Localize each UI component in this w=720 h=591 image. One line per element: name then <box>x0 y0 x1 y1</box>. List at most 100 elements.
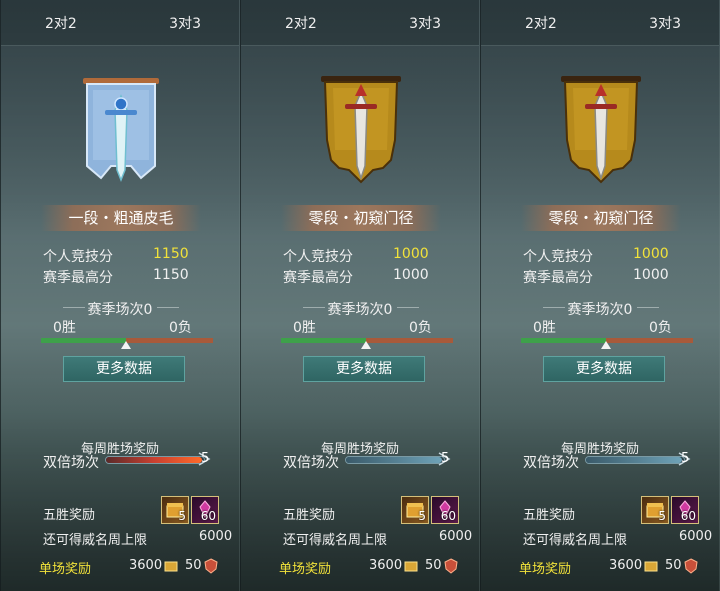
reward-item-gem[interactable]: 60 <box>431 496 459 524</box>
double-games-label: 双倍场次 <box>283 455 339 471</box>
shield-icon <box>684 558 698 574</box>
more-data-button[interactable]: 更多数据 <box>543 356 665 382</box>
loss-bar-segment <box>126 338 213 343</box>
more-data-button[interactable]: 更多数据 <box>63 356 185 382</box>
wins-count: 0胜 <box>293 320 316 336</box>
win-bar-segment <box>281 338 366 343</box>
win-bar-segment <box>41 338 126 343</box>
double-games-label: 双倍场次 <box>523 455 579 471</box>
win-loss-marker-icon <box>601 341 611 349</box>
double-games-count: 5 <box>201 451 210 466</box>
reward-item-count: 60 <box>440 509 456 523</box>
season-high-row: 赛季最高分 1000 <box>523 267 683 287</box>
silver-blue-sword-banner-icon <box>83 78 159 183</box>
double-games-fill <box>586 457 682 463</box>
mode-tabs: 2对2 3对3 <box>481 0 719 46</box>
personal-score-label: 个人竞技分 <box>43 249 113 265</box>
tab-3v3[interactable]: 3对3 <box>169 13 201 33</box>
reward-item-chest[interactable]: 5 <box>161 496 189 524</box>
wins-count: 0胜 <box>533 320 556 336</box>
reward-item-chest[interactable]: 5 <box>401 496 429 524</box>
reward-item-count: 5 <box>658 509 666 523</box>
five-win-reward-label: 五胜奖励 <box>43 508 96 523</box>
reward-item-chest[interactable]: 5 <box>641 496 669 524</box>
reward-item-count: 5 <box>178 509 186 523</box>
win-loss-marker-icon <box>361 341 371 349</box>
rank-title: 零段・初窥门径 <box>521 205 681 231</box>
season-high-label: 赛季最高分 <box>43 270 113 286</box>
season-high-row: 赛季最高分 1000 <box>283 267 443 287</box>
double-games-bar <box>105 456 205 464</box>
season-high-row: 赛季最高分 1150 <box>43 267 203 287</box>
more-data-button[interactable]: 更多数据 <box>303 356 425 382</box>
shield-icon <box>444 558 458 574</box>
season-games: 赛季场次0 <box>567 302 633 318</box>
reward-item-count: 5 <box>418 509 426 523</box>
tab-3v3[interactable]: 3对3 <box>409 13 441 33</box>
wins-count: 0胜 <box>53 320 76 336</box>
season-high-label: 赛季最高分 <box>523 270 593 286</box>
double-games-count: 5 <box>441 451 450 466</box>
coin-icon <box>644 561 658 572</box>
reward-item-gem[interactable]: 60 <box>671 496 699 524</box>
season-high-label: 赛季最高分 <box>283 270 353 286</box>
double-games-count: 5 <box>681 451 690 466</box>
tab-3v3[interactable]: 3对3 <box>649 13 681 33</box>
personal-score-value: 1000 <box>393 246 429 262</box>
single-reward-value-1: 3600 <box>369 558 403 573</box>
season-high-value: 1000 <box>393 267 429 283</box>
personal-score-row: 个人竞技分 1150 <box>43 246 203 266</box>
season-games: 赛季场次0 <box>327 302 393 318</box>
double-games-fill <box>106 457 202 463</box>
personal-score-label: 个人竞技分 <box>283 249 353 265</box>
season-high-value: 1150 <box>153 267 189 283</box>
win-loss-marker-icon <box>121 341 131 349</box>
personal-score-label: 个人竞技分 <box>523 249 593 265</box>
weekly-limit-label: 还可得威名周上限 <box>283 533 388 548</box>
rank-panel-3: 2对2 3对3 零段・初窥门径 个人竞技分 1000 赛季最高分 1000 赛季… <box>480 0 720 591</box>
personal-score-row: 个人竞技分 1000 <box>283 246 443 266</box>
reward-item-gem[interactable]: 60 <box>191 496 219 524</box>
single-reward-label: 单场奖励 <box>279 562 332 577</box>
gold-sword-banner-icon <box>321 76 401 184</box>
coin-icon <box>164 561 178 572</box>
personal-score-value: 1000 <box>633 246 669 262</box>
losses-count: 0负 <box>169 320 192 336</box>
five-win-reward-label: 五胜奖励 <box>523 508 576 523</box>
rank-panel-2: 2对2 3对3 零段・初窥门径 个人竞技分 1000 赛季最高分 1000 赛季… <box>240 0 480 591</box>
double-games-fill <box>346 457 442 463</box>
single-reward-value-1: 3600 <box>129 558 163 573</box>
shield-icon <box>204 558 218 574</box>
gold-sword-banner-icon <box>561 76 641 184</box>
tab-2v2[interactable]: 2对2 <box>285 13 317 33</box>
single-reward-value-2: 50 <box>185 558 202 573</box>
single-reward-value-2: 50 <box>425 558 442 573</box>
coin-icon <box>404 561 418 572</box>
reward-item-count: 60 <box>200 509 216 523</box>
tab-2v2[interactable]: 2对2 <box>45 13 77 33</box>
weekly-limit-label: 还可得威名周上限 <box>523 533 628 548</box>
mode-tabs: 2对2 3对3 <box>241 0 479 46</box>
rank-title: 零段・初窥门径 <box>281 205 441 231</box>
reward-item-count: 60 <box>680 509 696 523</box>
mode-tabs: 2对2 3对3 <box>1 0 239 46</box>
weekly-limit-label: 还可得威名周上限 <box>43 533 148 548</box>
win-bar-segment <box>521 338 606 343</box>
single-reward-label: 单场奖励 <box>39 562 92 577</box>
losses-count: 0负 <box>649 320 672 336</box>
double-games-bar <box>345 456 445 464</box>
personal-score-value: 1150 <box>153 246 189 262</box>
tab-2v2[interactable]: 2对2 <box>525 13 557 33</box>
loss-bar-segment <box>606 338 693 343</box>
season-high-value: 1000 <box>633 267 669 283</box>
double-games-label: 双倍场次 <box>43 455 99 471</box>
single-reward-label: 单场奖励 <box>519 562 572 577</box>
loss-bar-segment <box>366 338 453 343</box>
rank-panel-1: 2对2 3对3 一段・粗通皮毛 个人竞技分 1150 赛季最高分 1150 赛季… <box>0 0 240 591</box>
rank-title: 一段・粗通皮毛 <box>41 205 201 231</box>
weekly-limit-value: 6000 <box>679 529 713 544</box>
weekly-limit-value: 6000 <box>439 529 473 544</box>
single-reward-value-2: 50 <box>665 558 682 573</box>
personal-score-row: 个人竞技分 1000 <box>523 246 683 266</box>
double-games-bar <box>585 456 685 464</box>
